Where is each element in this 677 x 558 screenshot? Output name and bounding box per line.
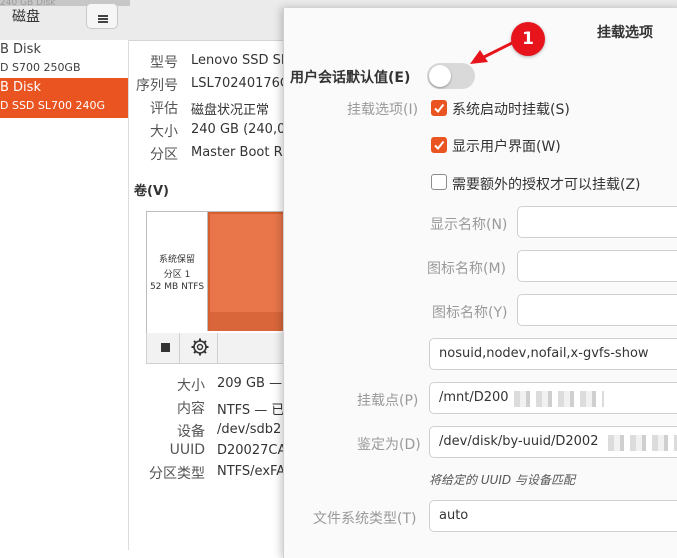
disk-model-value: Lenovo SSD SL xyxy=(191,53,289,68)
partition-number: 分区 1 xyxy=(163,270,191,280)
disk-sidebar: B Disk D S700 250GB B Disk D SSD SL700 2… xyxy=(0,40,129,550)
filesystem-type-input[interactable]: auto xyxy=(429,500,677,532)
partition-size: 52 MB NTFS xyxy=(149,282,205,292)
redacted-text xyxy=(514,391,604,407)
identify-as-label: 鉴定为(D) xyxy=(357,437,421,453)
partition-size-value: 209 GB — xyxy=(217,376,283,391)
dialog-title: 挂载选项 xyxy=(597,25,653,41)
disk-model-key: 型号 xyxy=(150,55,178,71)
app-title: 磁盘 xyxy=(12,9,40,25)
sidebar-disk-item[interactable]: B Disk D S700 250GB xyxy=(0,40,128,80)
redacted-text xyxy=(608,435,677,451)
show-in-ui-checkbox[interactable] xyxy=(431,137,447,153)
disk-size-value: 240 GB (240,0 xyxy=(191,122,286,137)
user-session-defaults-label: 用户会话默认值(E) xyxy=(290,70,411,86)
filesystem-type-label: 文件系统类型(T) xyxy=(313,511,417,527)
mount-options-label: 挂载选项(I) xyxy=(347,102,419,118)
require-auth-checkbox[interactable] xyxy=(431,174,447,190)
partition-type-value: NTFS/exFA xyxy=(217,464,286,479)
menu-icon xyxy=(98,15,108,17)
partition-device-value: /dev/sdb2 xyxy=(217,422,282,437)
mount-options-dialog: 挂载选项 用户会话默认值(E) 挂载选项(I) 系统启动时挂载(S) 显示用户界… xyxy=(283,8,677,558)
mount-point-label: 挂载点(P) xyxy=(357,393,419,409)
require-auth-label[interactable]: 需要额外的授权才可以挂载(Z) xyxy=(452,174,641,194)
checkmark-icon xyxy=(434,103,445,114)
partition-contents-value: NTFS — 已 xyxy=(217,403,285,418)
icon-name-label: 图标名称(M) xyxy=(427,261,507,277)
volume-toolbar xyxy=(146,333,288,364)
identify-as-combobox[interactable]: /dev/disk/by-uuid/D2002 xyxy=(429,426,677,458)
volume-map: 系统保留 分区 1 52 MB NTFS xyxy=(146,211,290,334)
volumes-heading: 卷(V) xyxy=(134,184,169,199)
mount-at-startup-label[interactable]: 系统启动时挂载(S) xyxy=(452,99,570,119)
disk-model: D S700 250GB xyxy=(0,61,81,74)
symbolic-icon-name-input[interactable] xyxy=(517,294,677,326)
disk-partitioning-value: Master Boot R xyxy=(191,145,283,160)
checkmark-icon xyxy=(434,140,445,151)
disk-assessment-key: 评估 xyxy=(150,101,178,117)
disk-size-key: 大小 xyxy=(150,124,178,140)
partition-uuid-value: D20027CA xyxy=(217,443,287,458)
disk-name: B Disk xyxy=(0,80,41,95)
hamburger-menu-button[interactable] xyxy=(86,3,118,29)
partition-name: 系统保留 xyxy=(158,255,195,265)
show-in-ui-label[interactable]: 显示用户界面(W) xyxy=(452,136,561,156)
disk-serial-value: LSL70240176C xyxy=(191,76,289,91)
display-name-label: 显示名称(N) xyxy=(430,217,508,233)
partition-type-key: 分区类型 xyxy=(149,466,205,482)
mount-point-input[interactable]: /mnt/D200 xyxy=(429,382,677,414)
annotation-number-badge: 1 xyxy=(511,22,545,56)
sidebar-disk-item-selected[interactable]: B Disk D SSD SL700 240G xyxy=(0,78,128,118)
partition-contents-key: 内容 xyxy=(177,401,205,417)
disk-partitioning-key: 分区 xyxy=(150,147,178,163)
identify-as-hint: 将给定的 UUID 与设备匹配 xyxy=(429,473,575,487)
icon-name-input[interactable] xyxy=(517,250,677,282)
main-partition-selected[interactable] xyxy=(208,212,290,331)
partition-size-key: 大小 xyxy=(177,378,205,394)
disk-assessment-value: 磁盘状况正常 xyxy=(191,103,270,118)
disk-serial-key: 序列号 xyxy=(136,78,178,94)
disk-model: D SSD SL700 240G xyxy=(0,99,106,112)
symbolic-icon-name-label: 图标名称(Y) xyxy=(432,305,508,321)
system-reserved-partition[interactable]: 系统保留 分区 1 52 MB NTFS xyxy=(147,212,208,331)
unmount-stop-icon[interactable] xyxy=(161,343,170,352)
mount-options-input[interactable]: nosuid,nodev,nofail,x-gvfs-show xyxy=(429,338,677,370)
partition-device-key: 设备 xyxy=(177,424,205,440)
partition-uuid-key: UUID xyxy=(169,442,205,458)
mount-at-startup-checkbox[interactable] xyxy=(431,100,447,116)
display-name-input[interactable] xyxy=(517,206,677,238)
gear-icon[interactable] xyxy=(191,338,209,356)
disk-name: B Disk xyxy=(0,42,41,57)
